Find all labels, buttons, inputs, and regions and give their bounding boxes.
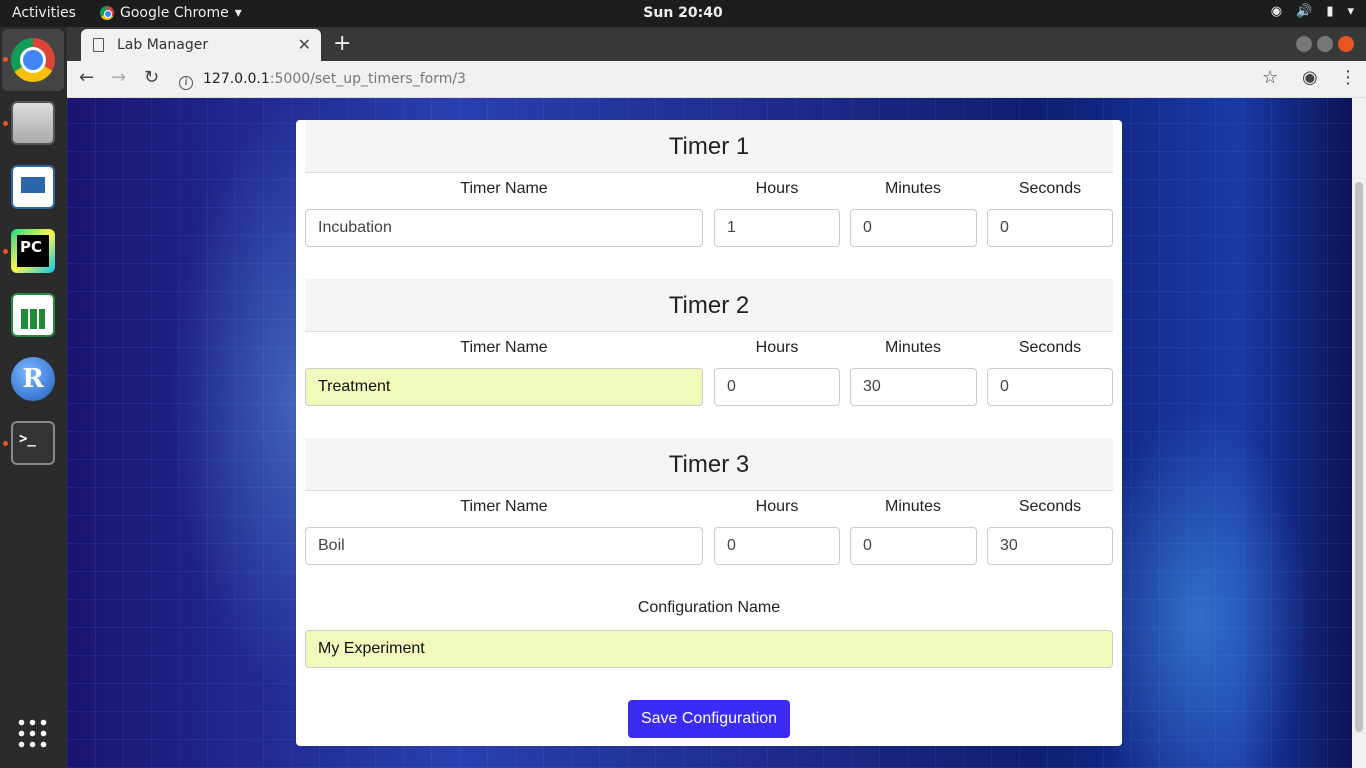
timer-name-label: Timer Name <box>460 180 548 197</box>
url-host: 127.0.0.1 <box>203 71 270 87</box>
minimize-icon[interactable] <box>1296 36 1312 52</box>
minutes-input[interactable]: 30 <box>850 368 977 406</box>
hours-label: Hours <box>755 498 799 515</box>
address-bar[interactable]: i 127.0.0.1:5000/set_up_timers_form/3 <box>179 65 1239 93</box>
volume-icon: 🔊 <box>1296 4 1313 19</box>
seconds-label: Seconds <box>1018 339 1082 356</box>
tab-strip: Lab Manager ✕ + <box>67 27 1366 61</box>
tab-title: Lab Manager <box>117 37 209 53</box>
timer-name-input[interactable]: Boil <box>305 527 703 565</box>
configuration-name-input[interactable]: My Experiment <box>305 630 1113 668</box>
seconds-input[interactable]: 0 <box>987 368 1113 406</box>
r-icon[interactable]: R <box>11 357 55 401</box>
wifi-icon: ◉ <box>1270 4 1283 19</box>
page-scrollbar[interactable] <box>1352 98 1366 768</box>
minutes-label: Minutes <box>884 339 942 356</box>
url-path: :5000/set_up_timers_form/3 <box>269 71 466 87</box>
hours-label: Hours <box>755 339 799 356</box>
field-labels: Timer Name Hours Minutes Seconds <box>305 491 1113 527</box>
timer-form: Timer 1 Timer Name Hours Minutes Seconds… <box>296 120 1122 746</box>
terminal-icon[interactable]: >_ <box>11 421 55 465</box>
timer-block-2: Timer 2 Timer Name Hours Minutes Seconds… <box>305 279 1113 406</box>
tab-lab-manager[interactable]: Lab Manager ✕ <box>81 29 321 61</box>
hours-label: Hours <box>755 180 799 197</box>
timer-title: Timer 1 <box>305 120 1113 173</box>
timer-block-3: Timer 3 Timer Name Hours Minutes Seconds… <box>305 438 1113 565</box>
configuration-name-label: Configuration Name <box>637 599 781 616</box>
chrome-icon <box>11 38 55 82</box>
chrome-window: Lab Manager ✕ + ← → ↻ i 127.0.0.1:5000/se… <box>67 27 1366 768</box>
pycharm-icon[interactable]: PC <box>11 229 55 273</box>
libreoffice-impress-icon[interactable] <box>11 165 55 209</box>
minutes-label: Minutes <box>884 180 942 197</box>
page-viewport: Timer 1 Timer Name Hours Minutes Seconds… <box>67 98 1366 768</box>
timer-title: Timer 2 <box>305 279 1113 332</box>
back-icon[interactable]: ← <box>79 67 94 88</box>
timer-name-input[interactable]: Incubation <box>305 209 703 247</box>
app-grid-icon[interactable] <box>16 717 48 749</box>
hours-input[interactable]: 1 <box>714 209 840 247</box>
seconds-label: Seconds <box>1018 498 1082 515</box>
dock-chrome[interactable] <box>2 29 64 91</box>
clock[interactable]: Sun 20:40 <box>0 5 1366 21</box>
seconds-input[interactable]: 30 <box>987 527 1113 565</box>
page-icon <box>93 38 104 52</box>
running-indicator <box>3 249 8 254</box>
system-tray[interactable]: ◉ 🔊 ▮ ▾ <box>1271 4 1354 19</box>
dock: PC R >_ <box>0 27 67 768</box>
timer-name-input[interactable]: Treatment <box>305 368 703 406</box>
scrollbar-thumb[interactable] <box>1355 182 1363 732</box>
close-window-icon[interactable] <box>1338 36 1354 52</box>
running-indicator <box>3 121 8 126</box>
minutes-input[interactable]: 0 <box>850 527 977 565</box>
timer-block-1: Timer 1 Timer Name Hours Minutes Seconds… <box>305 120 1113 247</box>
pycharm-icon-text: PC <box>17 235 49 267</box>
seconds-label: Seconds <box>1018 180 1082 197</box>
save-configuration-button[interactable]: Save Configuration <box>628 700 790 738</box>
info-icon[interactable]: i <box>179 76 193 90</box>
bookmark-star-icon[interactable]: ☆ <box>1262 67 1278 88</box>
maximize-icon[interactable] <box>1317 36 1333 52</box>
new-tab-icon[interactable]: + <box>333 31 351 56</box>
hours-input[interactable]: 0 <box>714 368 840 406</box>
close-icon[interactable]: ✕ <box>298 35 311 54</box>
window-controls <box>1296 36 1354 52</box>
field-labels: Timer Name Hours Minutes Seconds <box>305 332 1113 368</box>
libreoffice-calc-icon[interactable] <box>11 293 55 337</box>
forward-icon[interactable]: → <box>111 67 126 88</box>
field-labels: Timer Name Hours Minutes Seconds <box>305 173 1113 209</box>
timer-title: Timer 3 <box>305 438 1113 491</box>
power-menu-icon: ▾ <box>1347 4 1354 19</box>
timer-name-label: Timer Name <box>460 498 548 515</box>
hours-input[interactable]: 0 <box>714 527 840 565</box>
gnome-top-bar: Activities Google Chrome ▾ Sun 20:40 ◉ 🔊… <box>0 0 1366 27</box>
minutes-label: Minutes <box>884 498 942 515</box>
running-indicator <box>3 441 8 446</box>
timer-name-label: Timer Name <box>460 339 548 356</box>
battery-icon: ▮ <box>1326 4 1334 19</box>
minutes-input[interactable]: 0 <box>850 209 977 247</box>
profile-icon[interactable]: ◉ <box>1302 67 1318 88</box>
seconds-input[interactable]: 0 <box>987 209 1113 247</box>
browser-toolbar: ← → ↻ i 127.0.0.1:5000/set_up_timers_form… <box>67 61 1366 98</box>
menu-kebab-icon[interactable]: ⋮ <box>1339 67 1357 88</box>
running-indicator <box>3 57 8 62</box>
reload-icon[interactable]: ↻ <box>144 67 159 88</box>
files-icon[interactable] <box>11 101 55 145</box>
